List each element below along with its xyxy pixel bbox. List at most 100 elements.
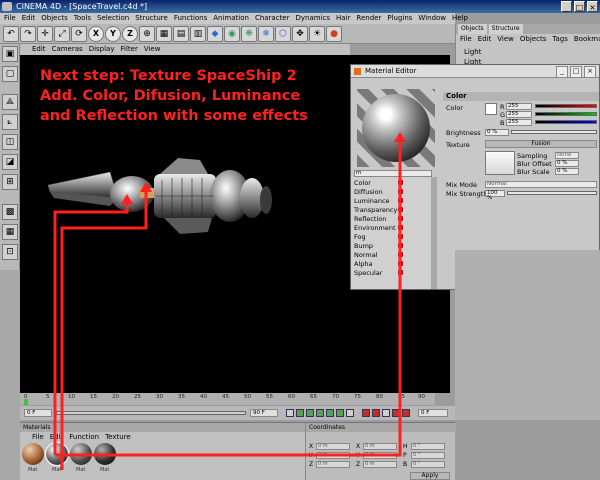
rot-h-field[interactable]: 0 ° — [411, 443, 445, 450]
texture-preview[interactable] — [485, 151, 515, 175]
brightness-slider[interactable] — [511, 130, 597, 134]
pos-y-field[interactable]: 0 m — [316, 452, 350, 459]
x-axis-button[interactable]: X — [88, 25, 104, 42]
edges-tool-icon[interactable]: ⟀ — [2, 114, 18, 130]
mix-strength-field[interactable]: 100 % — [485, 190, 505, 201]
next-frame-icon[interactable] — [326, 409, 334, 417]
render-view-icon[interactable]: ▦ — [156, 25, 172, 42]
minimize-button[interactable]: _ — [561, 1, 572, 12]
b-slider[interactable] — [535, 120, 597, 124]
nurbs-icon[interactable]: ◉ — [224, 25, 240, 42]
y-axis-button[interactable]: Y — [105, 25, 121, 42]
mix-mode-dropdown[interactable]: Normal — [485, 181, 597, 188]
mated-close-button[interactable]: × — [584, 66, 596, 78]
objmgr-menu-file[interactable]: File — [460, 34, 472, 44]
channel-bump[interactable]: Bump — [354, 242, 403, 250]
menu-edit[interactable]: Edit — [22, 13, 36, 24]
scale-icon[interactable]: ⤢ — [54, 25, 70, 42]
light-icon[interactable]: ☀ — [309, 25, 325, 42]
menu-render[interactable]: Render — [356, 13, 381, 24]
channel-color[interactable]: Color — [354, 179, 403, 187]
pos-z-field[interactable]: 0 m — [316, 461, 350, 468]
materials-menu-function[interactable]: Function — [69, 432, 99, 442]
spline-icon[interactable]: ❋ — [241, 25, 257, 42]
menu-functions[interactable]: Functions — [174, 13, 207, 24]
channel-fog[interactable]: Fog — [354, 233, 403, 241]
checker-tool-icon[interactable]: ▩ — [2, 204, 18, 220]
g-value-field[interactable]: 255 — [506, 111, 532, 118]
brightness-field[interactable]: 0 % — [485, 129, 509, 136]
materials-menu-texture[interactable]: Texture — [105, 432, 131, 442]
blur-scale-field[interactable]: 0 % — [555, 168, 579, 175]
menu-character[interactable]: Character — [255, 13, 290, 24]
material-preview[interactable] — [357, 89, 435, 167]
model-tool-icon[interactable]: ▣ — [2, 46, 18, 62]
mated-maximize-button[interactable]: □ — [570, 66, 582, 78]
channel-environment[interactable]: Environment — [354, 224, 403, 232]
rotate-icon[interactable]: ⟳ — [71, 25, 87, 42]
blur-offset-field[interactable]: 0 % — [555, 160, 579, 167]
objmgr-menu-view[interactable]: View — [497, 34, 514, 44]
rot-b-field[interactable]: 0 ° — [411, 461, 445, 468]
objmgr-menu-bookmarks[interactable]: Bookmarks — [574, 34, 600, 44]
size-y-field[interactable]: 0 m — [363, 452, 397, 459]
objmgr-menu-edit[interactable]: Edit — [478, 34, 492, 44]
grid-tool-icon[interactable]: ▦ — [2, 224, 18, 240]
menu-help[interactable]: Help — [452, 13, 468, 24]
material-swatch-selected[interactable] — [45, 442, 69, 466]
axis-tool-icon[interactable]: ⊞ — [2, 174, 18, 190]
object-item-light[interactable]: Light — [464, 48, 481, 56]
material-swatch[interactable] — [22, 443, 44, 465]
object-tool-icon[interactable]: ▢ — [2, 66, 18, 82]
menu-window[interactable]: Window — [418, 13, 446, 24]
mix-strength-slider[interactable] — [507, 191, 597, 195]
material-name-field[interactable]: m — [354, 170, 432, 177]
timeline-ruler[interactable]: 0 5 10 15 20 25 30 35 40 45 50 55 60 65 … — [20, 393, 435, 405]
texture-fusion-button[interactable]: Fusion — [485, 140, 597, 148]
pos-x-field[interactable]: 0 m — [316, 443, 350, 450]
world-coord-icon[interactable]: ⊕ — [139, 25, 155, 42]
texture-tool-icon[interactable]: ◪ — [2, 154, 18, 170]
size-z-field[interactable]: 0 m — [363, 461, 397, 468]
bulb-icon[interactable]: ● — [326, 25, 342, 42]
materials-menu-file[interactable]: File — [32, 432, 44, 442]
viewport-menu-filter[interactable]: Filter — [121, 44, 138, 55]
mated-minimize-button[interactable]: _ — [556, 66, 568, 78]
keyframe-sel-icon[interactable] — [382, 409, 390, 417]
prev-key-icon[interactable] — [296, 409, 304, 417]
g-slider[interactable] — [535, 112, 597, 116]
material-swatch[interactable] — [70, 443, 92, 465]
viewport-menu-cameras[interactable]: Cameras — [52, 44, 83, 55]
menu-structure[interactable]: Structure — [135, 13, 168, 24]
objmgr-menu-tags[interactable]: Tags — [552, 34, 568, 44]
channel-checkbox[interactable] — [398, 243, 403, 248]
camera-icon[interactable]: ✥ — [292, 25, 308, 42]
prev-frame-icon[interactable] — [306, 409, 314, 417]
channel-diffusion[interactable]: Diffusion — [354, 188, 403, 196]
maximize-button[interactable]: □ — [574, 1, 585, 12]
channel-checkbox[interactable] — [398, 180, 403, 185]
material-editor-titlebar[interactable]: Material Editor _ □ × — [351, 65, 599, 78]
sampling-dropdown[interactable]: None — [555, 152, 579, 159]
viewport-menu-view[interactable]: View — [144, 44, 161, 55]
scale-key-icon[interactable] — [402, 409, 410, 417]
render-picture-icon[interactable]: ▤ — [173, 25, 189, 42]
channel-transparency[interactable]: Transparency — [354, 206, 403, 214]
menu-dynamics[interactable]: Dynamics — [296, 13, 331, 24]
tab-objects[interactable]: Objects — [458, 24, 487, 34]
goto-start-icon[interactable] — [286, 409, 294, 417]
color-swatch[interactable] — [485, 103, 497, 115]
menu-selection[interactable]: Selection — [97, 13, 129, 24]
pos-key-icon[interactable] — [392, 409, 400, 417]
channel-checkbox[interactable] — [398, 234, 403, 239]
channel-reflection[interactable]: Reflection — [354, 215, 403, 223]
deformer-icon[interactable]: ❄ — [258, 25, 274, 42]
channel-checkbox[interactable] — [398, 189, 403, 194]
z-axis-button[interactable]: Z — [122, 25, 138, 42]
goto-end-icon[interactable] — [346, 409, 354, 417]
channel-checkbox[interactable] — [398, 261, 403, 266]
objmgr-menu-objects[interactable]: Objects — [520, 34, 546, 44]
channel-checkbox[interactable] — [398, 270, 403, 275]
channel-checkbox[interactable] — [398, 252, 403, 257]
play-icon[interactable] — [316, 409, 324, 417]
